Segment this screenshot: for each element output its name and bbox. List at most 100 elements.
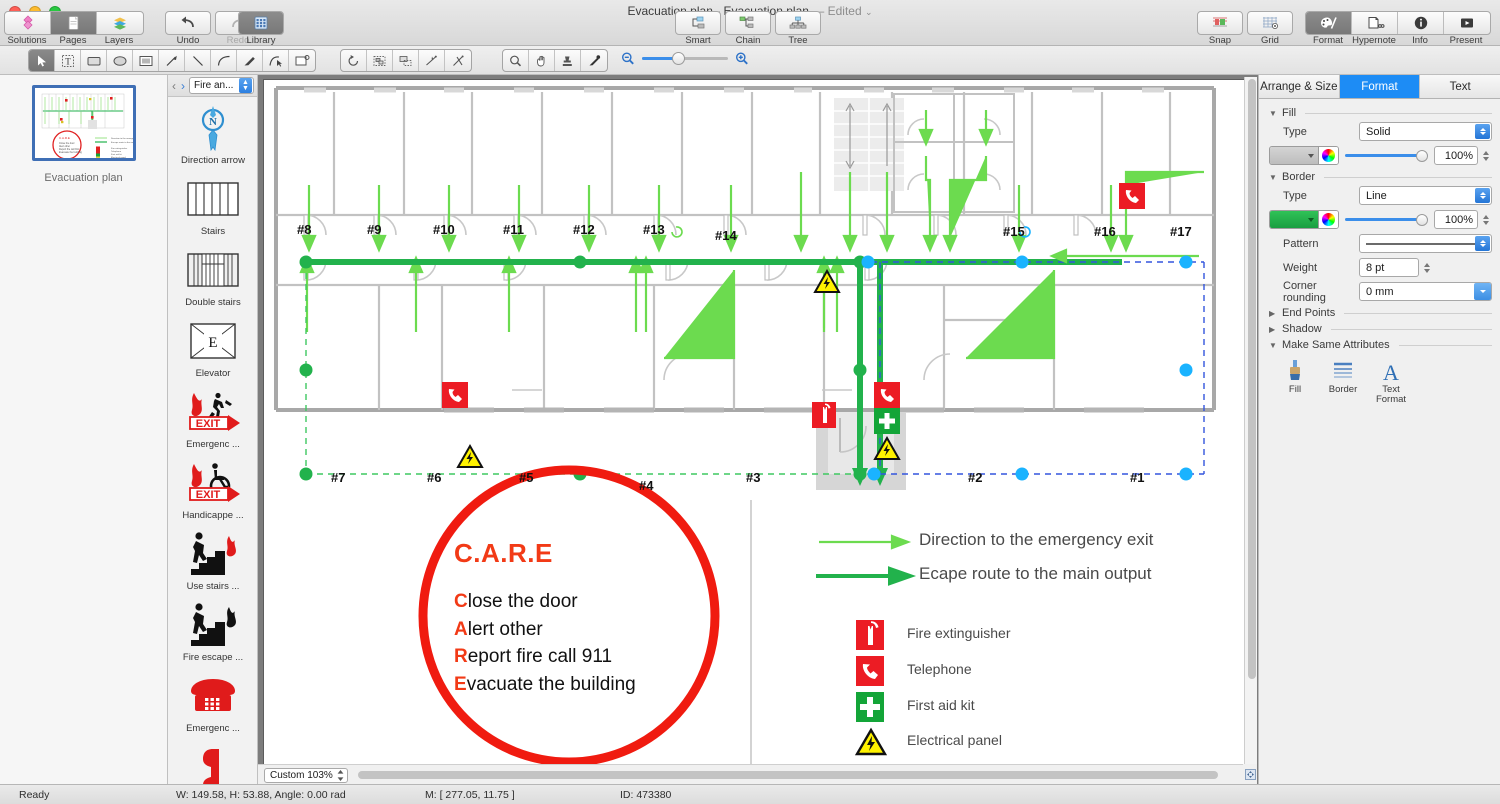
- border-weight-stepper[interactable]: [1421, 258, 1433, 277]
- border-type-select[interactable]: Line: [1359, 186, 1492, 205]
- tab-text[interactable]: Text: [1420, 75, 1500, 98]
- fill-opacity-slider[interactable]: [1345, 146, 1428, 165]
- layers-button[interactable]: [97, 12, 143, 34]
- library-button[interactable]: [238, 11, 284, 35]
- chevron-down-icon[interactable]: ⌄: [865, 7, 873, 17]
- ungroup-tool[interactable]: [393, 50, 419, 71]
- pages-button[interactable]: [51, 12, 97, 34]
- view-mode-segmented[interactable]: [4, 11, 144, 35]
- chevron-down-icon[interactable]: [1308, 153, 1314, 158]
- stepper-icon[interactable]: [336, 770, 345, 781]
- fit-to-window-button[interactable]: [1243, 764, 1257, 784]
- vertical-scroll-thumb[interactable]: [1248, 79, 1256, 679]
- library-item-stairs[interactable]: Stairs: [168, 168, 257, 239]
- library-item-fire-escape[interactable]: Fire escape ...: [168, 594, 257, 665]
- disclosure-triangle-right-icon[interactable]: ▶: [1269, 325, 1277, 334]
- library-item-use-stairs[interactable]: Use stairs ...: [168, 523, 257, 594]
- fill-color-wheel-button[interactable]: [1318, 147, 1338, 164]
- bezier-edit-tool[interactable]: [263, 50, 289, 71]
- zoom-slider-knob[interactable]: [672, 52, 685, 65]
- library-item-emergency-exit[interactable]: EXIT Emergenc ...: [168, 381, 257, 452]
- make-same-border-button[interactable]: Border: [1321, 357, 1365, 405]
- disclosure-triangle-right-icon[interactable]: ▶: [1269, 309, 1277, 318]
- end-points-section-header[interactable]: ▶ End Points: [1259, 305, 1500, 321]
- smart-connector-button[interactable]: [675, 11, 721, 35]
- zoom-slider[interactable]: [642, 52, 728, 65]
- cut-path-tool[interactable]: [445, 50, 471, 71]
- disclosure-triangle-down-icon[interactable]: ▼: [1269, 109, 1277, 118]
- callout-tool[interactable]: [289, 50, 315, 71]
- border-color-swatch[interactable]: [1270, 211, 1318, 228]
- zoom-tool[interactable]: [503, 50, 529, 71]
- straight-line-tool[interactable]: [185, 50, 211, 71]
- library-category-select[interactable]: Fire an... ▲ ▼: [189, 77, 254, 94]
- make-same-text-format-button[interactable]: A Text Format: [1369, 357, 1413, 405]
- stamp-tool[interactable]: [555, 50, 581, 71]
- hand-pan-tool[interactable]: [529, 50, 555, 71]
- border-weight-value[interactable]: 8 pt: [1359, 258, 1419, 277]
- horizontal-scroll-thumb[interactable]: [358, 771, 1218, 779]
- canvas-vertical-scrollbar[interactable]: [1244, 77, 1257, 764]
- rectangle-tool[interactable]: [81, 50, 107, 71]
- fill-opacity-value[interactable]: 100%: [1434, 146, 1478, 165]
- slider-knob[interactable]: [1416, 213, 1428, 226]
- stepper-icon[interactable]: [1475, 124, 1490, 139]
- tab-arrange-and-size[interactable]: Arrange & Size: [1259, 75, 1340, 98]
- make-same-fill-button[interactable]: Fill: [1273, 357, 1317, 405]
- stepper-icon[interactable]: [1475, 236, 1490, 251]
- rotate-tool[interactable]: [341, 50, 367, 71]
- chevron-down-icon[interactable]: [1308, 217, 1314, 222]
- text-tool[interactable]: T: [55, 50, 81, 71]
- arrow-line-tool[interactable]: [159, 50, 185, 71]
- document-canvas[interactable]: #8 #9 #10 #11 #12 #13 #14 #15 #16 #17 #7…: [263, 79, 1248, 793]
- solutions-button[interactable]: [5, 12, 51, 34]
- fill-type-select[interactable]: Solid: [1359, 122, 1492, 141]
- make-same-section-header[interactable]: ▼ Make Same Attributes: [1259, 337, 1500, 353]
- border-corner-select[interactable]: 0 mm: [1359, 282, 1492, 301]
- fill-section-header[interactable]: ▼ Fill: [1259, 105, 1500, 121]
- tree-connector-button[interactable]: [775, 11, 821, 35]
- format-button[interactable]: [1306, 12, 1352, 34]
- border-section-header[interactable]: ▼ Border: [1259, 169, 1500, 185]
- drawing-tools-group[interactable]: T: [28, 49, 316, 72]
- library-item-handicapped-exit[interactable]: EXIT Handicappe ...: [168, 452, 257, 523]
- group-tool[interactable]: [367, 50, 393, 71]
- chevron-right-icon[interactable]: ›: [180, 79, 186, 93]
- canvas-zoom-control[interactable]: [620, 51, 750, 66]
- page-thumbnail[interactable]: C.A.R.E Close the door Alert other Report…: [31, 85, 136, 161]
- fill-color-control[interactable]: [1269, 146, 1339, 165]
- snap-button[interactable]: [1197, 11, 1243, 35]
- library-item-emergency-telephone[interactable]: Emergenc ...: [168, 665, 257, 736]
- chain-connector-button[interactable]: [725, 11, 771, 35]
- zoom-level-select[interactable]: Custom 103%: [264, 768, 348, 783]
- container-tool[interactable]: [133, 50, 159, 71]
- shadow-section-header[interactable]: ▶ Shadow: [1259, 321, 1500, 337]
- slider-knob[interactable]: [1416, 149, 1428, 162]
- present-button[interactable]: [1444, 12, 1490, 34]
- eyedropper-tool[interactable]: [581, 50, 607, 71]
- undo-button[interactable]: [165, 11, 211, 35]
- border-pattern-select[interactable]: [1359, 234, 1492, 253]
- fill-color-swatch[interactable]: [1270, 147, 1318, 164]
- library-item-double-stairs[interactable]: Double stairs: [168, 239, 257, 310]
- hypernote-button[interactable]: [1352, 12, 1398, 34]
- chevron-down-icon[interactable]: [1474, 283, 1491, 300]
- inspector-segmented[interactable]: [1305, 11, 1491, 35]
- disclosure-triangle-down-icon[interactable]: ▼: [1269, 173, 1277, 182]
- border-opacity-stepper[interactable]: [1480, 210, 1492, 229]
- library-item-elevator[interactable]: E Elevator: [168, 310, 257, 381]
- fill-opacity-stepper[interactable]: [1480, 146, 1492, 165]
- disclosure-triangle-down-icon[interactable]: ▼: [1269, 341, 1277, 350]
- library-scroll[interactable]: N Direction arrow Stairs Double stairs E…: [168, 97, 257, 784]
- select-arrow-tool[interactable]: [29, 50, 55, 71]
- smart-line-tool[interactable]: [419, 50, 445, 71]
- chevron-left-icon[interactable]: ‹: [171, 79, 177, 93]
- view-tools-group[interactable]: [502, 49, 608, 72]
- curve-line-tool[interactable]: [211, 50, 237, 71]
- tab-format[interactable]: Format: [1339, 75, 1421, 98]
- info-button[interactable]: [1398, 12, 1444, 34]
- pen-tool[interactable]: [237, 50, 263, 71]
- library-item-direction-arrow[interactable]: N Direction arrow: [168, 97, 257, 168]
- border-color-wheel-button[interactable]: [1318, 211, 1338, 228]
- stepper-icon[interactable]: ▲ ▼: [239, 78, 252, 93]
